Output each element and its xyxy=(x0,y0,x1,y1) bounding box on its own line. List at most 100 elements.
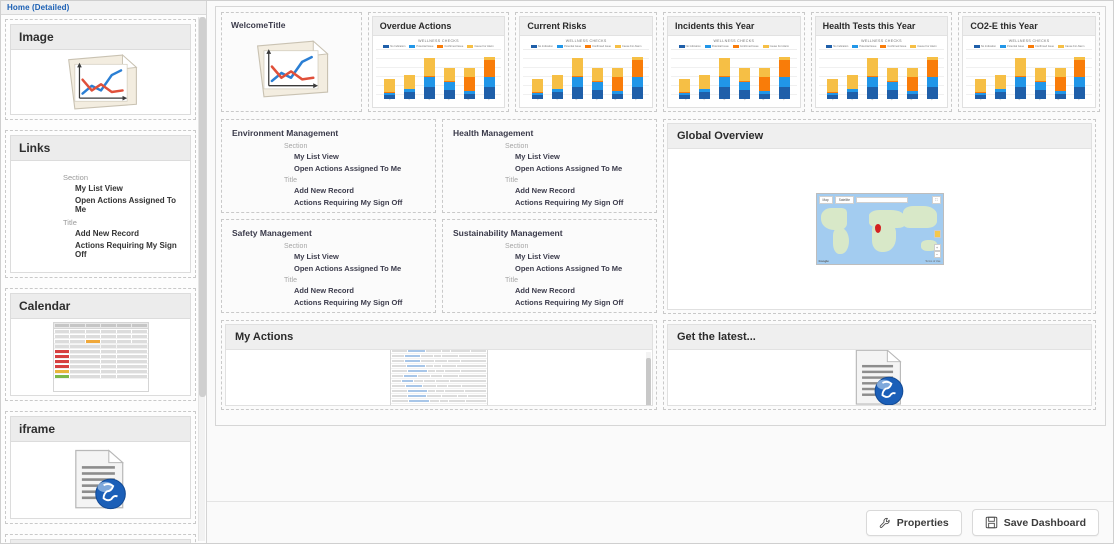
link-my-list-view[interactable]: My List View xyxy=(294,152,425,161)
chart-bar-segment xyxy=(1034,89,1046,99)
chart-bar xyxy=(699,74,711,99)
chart-bar-segment xyxy=(1074,87,1086,99)
map-type-map-button[interactable]: Map xyxy=(818,196,833,204)
chart-bar xyxy=(779,57,791,99)
widget-health-management[interactable]: Health Management Section My List View O… xyxy=(442,119,657,213)
link-my-list-view[interactable]: My List View xyxy=(515,152,646,161)
palette-item-image[interactable]: Image xyxy=(5,19,196,120)
link-actions-requiring-my-sign-off[interactable]: Actions Requiring My Sign Off xyxy=(294,298,425,307)
chart-bar-segment xyxy=(483,76,495,88)
chart-title: WELLNESS CHECKS xyxy=(565,39,607,43)
link-add-new-record[interactable]: Add New Record xyxy=(294,286,425,295)
link-open-actions-assigned-to-me[interactable]: Open Actions Assigned To Me xyxy=(515,264,646,273)
chart-bar-segment xyxy=(1014,77,1026,87)
legend-item: Cause For Alarm xyxy=(910,44,937,48)
link-open-actions-assigned-to-me[interactable]: Open Actions Assigned To Me xyxy=(515,164,646,173)
palette-item-links[interactable]: Links Section My List View Open Actions … xyxy=(5,130,196,278)
legend-item: Potential Issue xyxy=(704,44,729,48)
chart-bar xyxy=(571,58,583,99)
dashboard-canvas: WelcomeTitle Overdue Actions WELLNESS CH… xyxy=(215,6,1106,426)
link-add-new-record[interactable]: Add New Record xyxy=(75,229,182,238)
map-type-satellite-button[interactable]: Satellite xyxy=(834,196,855,204)
link-my-list-view[interactable]: My List View xyxy=(294,252,425,261)
link-add-new-record[interactable]: Add New Record xyxy=(294,186,425,195)
legend-item: Cause For Alarm xyxy=(614,44,641,48)
chart-bar-segment xyxy=(699,91,711,99)
map-zoom-in-button[interactable]: + xyxy=(933,244,941,251)
map-location-pin[interactable] xyxy=(874,224,881,233)
link-actions-requiring-my-sign-off[interactable]: Actions Requiring My Sign Off xyxy=(515,298,646,307)
link-my-list-view[interactable]: My List View xyxy=(515,252,646,261)
link-my-list-view[interactable]: My List View xyxy=(75,184,182,193)
palette-item-calendar[interactable]: Calendar xyxy=(5,288,196,401)
chart-bar xyxy=(974,79,986,99)
tab-home-detailed[interactable]: Home (Detailed) xyxy=(7,3,69,12)
legend-item: Cause For Alarm xyxy=(1057,44,1084,48)
chart-bar-segment xyxy=(611,76,623,92)
widget-health-tests-this-year[interactable]: Health Tests this Year WELLNESS CHECKS No… xyxy=(810,12,953,112)
legend-label: No Indication xyxy=(833,44,849,48)
my-actions-scrollbar-thumb[interactable] xyxy=(646,358,651,405)
legend-label: No Indication xyxy=(980,44,997,48)
legend-item: Potential Issue xyxy=(1000,44,1025,48)
world-map-thumbnail[interactable]: Map Satellite ⛶ + − Google Terms of Use xyxy=(815,193,944,265)
widget-sustainability-management[interactable]: Sustainability Management Section My Lis… xyxy=(442,219,657,313)
widget-global-overview[interactable]: Global Overview Map Satellite ⛶ + − Goog… xyxy=(663,119,1096,314)
map-terms-link[interactable]: Terms of Use xyxy=(925,260,940,263)
widget-incidents-this-year[interactable]: Incidents this Year WELLNESS CHECKS No In… xyxy=(663,12,805,112)
link-open-actions-assigned-to-me[interactable]: Open Actions Assigned To Me xyxy=(294,264,425,273)
save-dashboard-button[interactable]: Save Dashboard xyxy=(971,509,1099,536)
widget-safety-management-title: Safety Management xyxy=(232,228,312,238)
my-actions-scrollbar[interactable] xyxy=(646,352,651,405)
link-open-actions-assigned-to-me[interactable]: Open Actions Assigned To Me xyxy=(294,164,425,173)
sidebar-scrollbar[interactable] xyxy=(198,17,206,541)
widget-get-the-latest[interactable]: Get the latest... xyxy=(663,320,1096,410)
map-fullscreen-icon[interactable]: ⛶ xyxy=(932,196,941,204)
chart-bar-segment xyxy=(994,91,1006,99)
chart-bar-segment xyxy=(827,95,839,99)
widget-my-actions[interactable]: My Actions xyxy=(221,320,657,410)
chart-bar-segment xyxy=(591,81,603,90)
link-actions-requiring-my-sign-off[interactable]: Actions Requiring My Sign Off xyxy=(294,198,425,207)
palette-item-listview[interactable]: ListView xyxy=(5,534,196,543)
widget-environment-management[interactable]: Environment Management Section My List V… xyxy=(221,119,436,213)
link-add-new-record[interactable]: Add New Record xyxy=(515,286,646,295)
chart-plot-area: JanFebMarAprMayJun xyxy=(818,48,945,108)
street-view-pegman-icon[interactable] xyxy=(933,230,941,238)
chart-bar xyxy=(679,79,691,99)
legend-swatch xyxy=(557,44,564,48)
document-globe-icon xyxy=(855,350,903,405)
chart-bar-segment xyxy=(759,76,771,92)
widget-safety-management[interactable]: Safety Management Section My List View O… xyxy=(221,219,436,313)
legend-label: Cause For Alarm xyxy=(917,44,937,48)
chart-bar-segment xyxy=(551,74,563,89)
legend-label: No Indication xyxy=(537,44,554,48)
chart-bar-segment xyxy=(926,76,938,88)
link-actions-requiring-my-sign-off[interactable]: Actions Requiring My Sign Off xyxy=(515,198,646,207)
link-group-section-label: Section xyxy=(284,143,308,150)
sidebar-scrollbar-thumb[interactable] xyxy=(199,17,206,397)
widget-overdue-actions[interactable]: Overdue Actions WELLNESS CHECKS No Indica… xyxy=(367,12,510,112)
properties-button[interactable]: Properties xyxy=(865,509,962,536)
chart-bar-segment xyxy=(404,74,416,89)
widget-current-risks[interactable]: Current Risks WELLNESS CHECKS No Indicati… xyxy=(515,12,658,112)
chart-bar-segment xyxy=(463,67,475,77)
legend-label: Potential Issue xyxy=(1007,44,1025,48)
chart-paper-icon xyxy=(257,40,330,98)
chart-bar-segment xyxy=(926,59,938,77)
chart-paper-icon xyxy=(67,54,137,110)
actions-table-thumbnail xyxy=(390,350,488,405)
palette-item-iframe[interactable]: iframe xyxy=(5,411,196,524)
chart-bar-segment xyxy=(384,79,396,93)
chart-bar-segment xyxy=(483,87,495,99)
widget-welcome-title[interactable]: WelcomeTitle xyxy=(221,12,362,112)
chart-bar xyxy=(531,79,543,99)
chart-title: WELLNESS CHECKS xyxy=(418,39,459,43)
map-search-input[interactable] xyxy=(856,197,909,203)
widget-co2e-this-year[interactable]: CO2-E this Year WELLNESS CHECKS No Indica… xyxy=(958,12,1100,112)
link-open-actions-assigned-to-me[interactable]: Open Actions Assigned To Me xyxy=(75,196,182,214)
mini-bar-chart: WELLNESS CHECKS No Indication Potential Is… xyxy=(668,36,800,107)
map-zoom-out-button[interactable]: − xyxy=(933,251,941,258)
link-actions-requiring-my-sign-off[interactable]: Actions Requiring My Sign Off xyxy=(75,241,182,259)
link-add-new-record[interactable]: Add New Record xyxy=(515,186,646,195)
